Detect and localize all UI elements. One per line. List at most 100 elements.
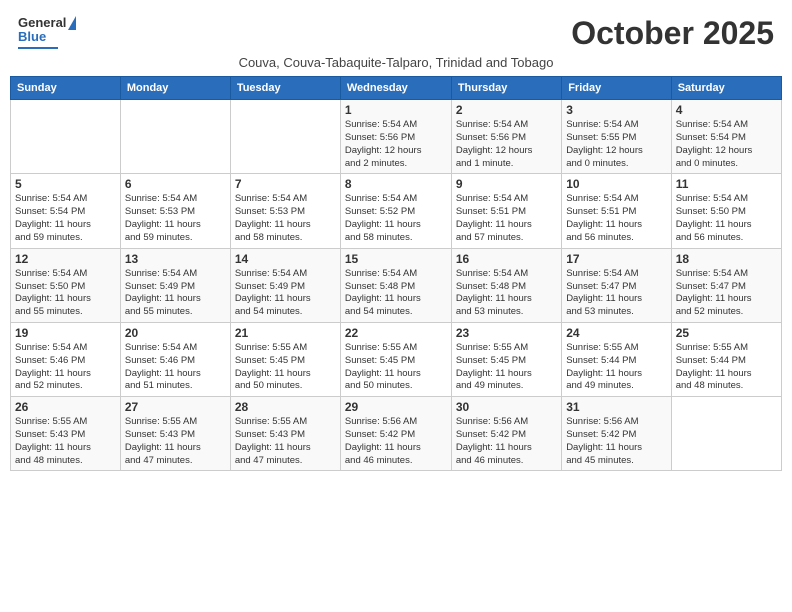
logo-text-blue: Blue xyxy=(18,30,46,44)
day-info: Sunrise: 5:55 AM Sunset: 5:44 PM Dayligh… xyxy=(566,342,667,393)
calendar-cell xyxy=(671,397,781,471)
day-info: Sunrise: 5:56 AM Sunset: 5:42 PM Dayligh… xyxy=(345,416,447,467)
calendar-cell: 14Sunrise: 5:54 AM Sunset: 5:49 PM Dayli… xyxy=(230,248,340,322)
day-number: 25 xyxy=(676,326,777,340)
day-number: 3 xyxy=(566,103,667,117)
day-number: 28 xyxy=(235,400,336,414)
day-info: Sunrise: 5:54 AM Sunset: 5:52 PM Dayligh… xyxy=(345,193,447,244)
weekday-header-saturday: Saturday xyxy=(671,77,781,100)
calendar-cell: 10 Sunrise: 5:54 AM Sunset: 5:51 PM Dayli… xyxy=(562,174,672,248)
day-number: 1 xyxy=(345,103,447,117)
day-number: 15 xyxy=(345,252,447,266)
calendar-cell: 21 Sunrise: 5:55 AM Sunset: 5:45 PM Dayli… xyxy=(230,322,340,396)
weekday-header-tuesday: Tuesday xyxy=(230,77,340,100)
calendar-cell: 18 Sunrise: 5:54 AM Sunset: 5:47 PM Dayli… xyxy=(671,248,781,322)
calendar-cell: 24 Sunrise: 5:55 AM Sunset: 5:44 PM Dayli… xyxy=(562,322,672,396)
day-info: Sunrise: 5:54 AM Sunset: 5:56 PM Dayligh… xyxy=(345,119,447,170)
weekday-header-wednesday: Wednesday xyxy=(340,77,451,100)
day-number: 18 xyxy=(676,252,777,266)
day-info: Sunrise: 5:54 AM Sunset: 5:54 PM Dayligh… xyxy=(15,193,116,244)
calendar-cell: 6Sunrise: 5:54 AM Sunset: 5:53 PM Daylig… xyxy=(120,174,230,248)
calendar-cell: 17Sunrise: 5:54 AM Sunset: 5:47 PM Dayli… xyxy=(562,248,672,322)
calendar-cell: 12 Sunrise: 5:54 AM Sunset: 5:50 PM Dayli… xyxy=(11,248,121,322)
calendar-cell: 27 Sunrise: 5:55 AM Sunset: 5:43 PM Dayli… xyxy=(120,397,230,471)
day-info: Sunrise: 5:54 AM Sunset: 5:47 PM Dayligh… xyxy=(676,268,777,319)
day-number: 19 xyxy=(15,326,116,340)
calendar-cell: 7Sunrise: 5:54 AM Sunset: 5:53 PM Daylig… xyxy=(230,174,340,248)
day-info: Sunrise: 5:55 AM Sunset: 5:43 PM Dayligh… xyxy=(235,416,336,467)
calendar-cell: 5 Sunrise: 5:54 AM Sunset: 5:54 PM Daylig… xyxy=(11,174,121,248)
day-info: Sunrise: 5:54 AM Sunset: 5:55 PM Dayligh… xyxy=(566,119,667,170)
day-info: Sunrise: 5:56 AM Sunset: 5:42 PM Dayligh… xyxy=(566,416,667,467)
day-info: Sunrise: 5:54 AM Sunset: 5:53 PM Dayligh… xyxy=(235,193,336,244)
calendar-cell: 29 Sunrise: 5:56 AM Sunset: 5:42 PM Dayli… xyxy=(340,397,451,471)
calendar-cell: 3 Sunrise: 5:54 AM Sunset: 5:55 PM Daylig… xyxy=(562,100,672,174)
calendar-cell: 8Sunrise: 5:54 AM Sunset: 5:52 PM Daylig… xyxy=(340,174,451,248)
day-info: Sunrise: 5:55 AM Sunset: 5:43 PM Dayligh… xyxy=(15,416,116,467)
day-info: Sunrise: 5:54 AM Sunset: 5:51 PM Dayligh… xyxy=(566,193,667,244)
day-number: 29 xyxy=(345,400,447,414)
calendar-table: SundayMondayTuesdayWednesdayThursdayFrid… xyxy=(10,76,782,471)
day-info: Sunrise: 5:54 AM Sunset: 5:56 PM Dayligh… xyxy=(456,119,557,170)
day-number: 14 xyxy=(235,252,336,266)
calendar-cell: 13 Sunrise: 5:54 AM Sunset: 5:49 PM Dayli… xyxy=(120,248,230,322)
calendar-cell: 15 Sunrise: 5:54 AM Sunset: 5:48 PM Dayli… xyxy=(340,248,451,322)
week-row-2: 5 Sunrise: 5:54 AM Sunset: 5:54 PM Daylig… xyxy=(11,174,782,248)
day-number: 30 xyxy=(456,400,557,414)
week-row-1: 1 Sunrise: 5:54 AM Sunset: 5:56 PM Daylig… xyxy=(11,100,782,174)
week-row-4: 19 Sunrise: 5:54 AM Sunset: 5:46 PM Dayli… xyxy=(11,322,782,396)
logo-underline xyxy=(18,47,58,49)
title-section: October 2025 xyxy=(571,16,774,51)
day-number: 24 xyxy=(566,326,667,340)
calendar-cell: 23Sunrise: 5:55 AM Sunset: 5:45 PM Dayli… xyxy=(451,322,561,396)
day-number: 31 xyxy=(566,400,667,414)
calendar-cell: 25 Sunrise: 5:55 AM Sunset: 5:44 PM Dayli… xyxy=(671,322,781,396)
day-info: Sunrise: 5:54 AM Sunset: 5:50 PM Dayligh… xyxy=(15,268,116,319)
day-info: Sunrise: 5:55 AM Sunset: 5:45 PM Dayligh… xyxy=(345,342,447,393)
day-number: 23 xyxy=(456,326,557,340)
day-info: Sunrise: 5:54 AM Sunset: 5:54 PM Dayligh… xyxy=(676,119,777,170)
day-number: 10 xyxy=(566,177,667,191)
week-row-3: 12 Sunrise: 5:54 AM Sunset: 5:50 PM Dayli… xyxy=(11,248,782,322)
day-number: 21 xyxy=(235,326,336,340)
calendar-subtitle: Couva, Couva-Tabaquite-Talparo, Trinidad… xyxy=(10,55,782,70)
weekday-header-friday: Friday xyxy=(562,77,672,100)
day-number: 4 xyxy=(676,103,777,117)
day-number: 12 xyxy=(15,252,116,266)
weekday-header-row: SundayMondayTuesdayWednesdayThursdayFrid… xyxy=(11,77,782,100)
calendar-cell: 11Sunrise: 5:54 AM Sunset: 5:50 PM Dayli… xyxy=(671,174,781,248)
page-header: General Blue October 2025 xyxy=(10,10,782,51)
day-info: Sunrise: 5:54 AM Sunset: 5:49 PM Dayligh… xyxy=(125,268,226,319)
calendar-cell: 28 Sunrise: 5:55 AM Sunset: 5:43 PM Dayli… xyxy=(230,397,340,471)
day-info: Sunrise: 5:54 AM Sunset: 5:51 PM Dayligh… xyxy=(456,193,557,244)
day-info: Sunrise: 5:54 AM Sunset: 5:50 PM Dayligh… xyxy=(676,193,777,244)
weekday-header-thursday: Thursday xyxy=(451,77,561,100)
calendar-cell: 4 Sunrise: 5:54 AM Sunset: 5:54 PM Daylig… xyxy=(671,100,781,174)
day-info: Sunrise: 5:54 AM Sunset: 5:48 PM Dayligh… xyxy=(456,268,557,319)
calendar-cell: 2Sunrise: 5:54 AM Sunset: 5:56 PM Daylig… xyxy=(451,100,561,174)
logo-text-general: General xyxy=(18,16,66,30)
calendar-cell: 26Sunrise: 5:55 AM Sunset: 5:43 PM Dayli… xyxy=(11,397,121,471)
day-info: Sunrise: 5:54 AM Sunset: 5:48 PM Dayligh… xyxy=(345,268,447,319)
day-number: 22 xyxy=(345,326,447,340)
day-number: 5 xyxy=(15,177,116,191)
day-number: 13 xyxy=(125,252,226,266)
day-info: Sunrise: 5:54 AM Sunset: 5:46 PM Dayligh… xyxy=(125,342,226,393)
calendar-cell: 19 Sunrise: 5:54 AM Sunset: 5:46 PM Dayli… xyxy=(11,322,121,396)
day-info: Sunrise: 5:55 AM Sunset: 5:45 PM Dayligh… xyxy=(235,342,336,393)
month-title: October 2025 xyxy=(571,16,774,51)
day-info: Sunrise: 5:54 AM Sunset: 5:46 PM Dayligh… xyxy=(15,342,116,393)
calendar-cell xyxy=(11,100,121,174)
day-info: Sunrise: 5:54 AM Sunset: 5:53 PM Dayligh… xyxy=(125,193,226,244)
day-info: Sunrise: 5:55 AM Sunset: 5:44 PM Dayligh… xyxy=(676,342,777,393)
day-number: 9 xyxy=(456,177,557,191)
calendar-cell: 20Sunrise: 5:54 AM Sunset: 5:46 PM Dayli… xyxy=(120,322,230,396)
weekday-header-monday: Monday xyxy=(120,77,230,100)
day-info: Sunrise: 5:54 AM Sunset: 5:47 PM Dayligh… xyxy=(566,268,667,319)
calendar-cell: 16Sunrise: 5:54 AM Sunset: 5:48 PM Dayli… xyxy=(451,248,561,322)
logo-triangle-icon xyxy=(68,16,76,30)
calendar-cell xyxy=(120,100,230,174)
day-info: Sunrise: 5:55 AM Sunset: 5:43 PM Dayligh… xyxy=(125,416,226,467)
day-number: 27 xyxy=(125,400,226,414)
logo: General Blue xyxy=(18,16,76,49)
